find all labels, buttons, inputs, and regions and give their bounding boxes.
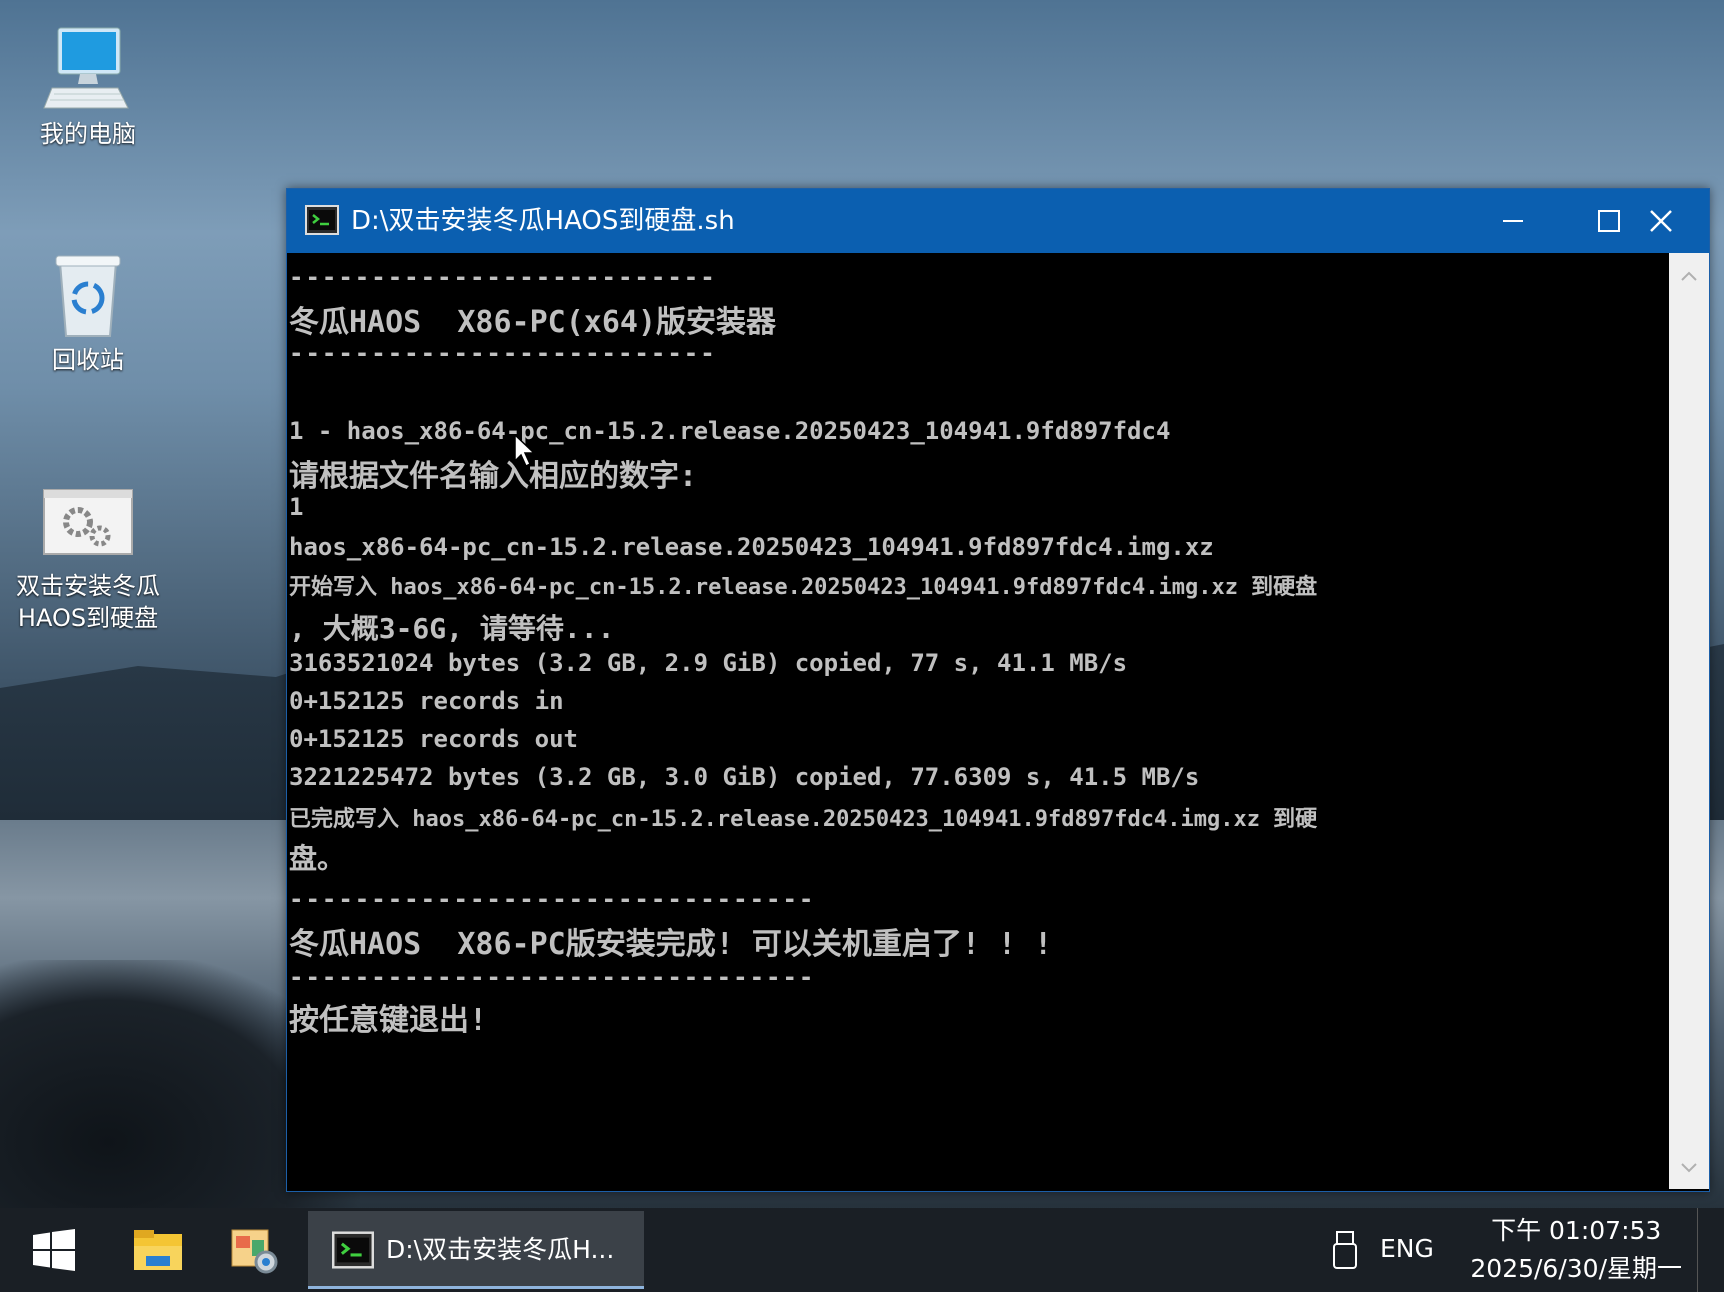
console-line: -------------------------- (289, 263, 717, 291)
window-titlebar[interactable]: D:\双击安装冬瓜HAOS到硬盘.sh (287, 189, 1709, 253)
taskbar-task-label: D:\双击安装冬瓜H... (386, 1235, 615, 1264)
console-line: 请根据文件名输入相应的数字: (289, 459, 698, 494)
desktop-icon-label-line1: 双击安装冬瓜 (16, 572, 160, 600)
terminal-app-icon (332, 1231, 374, 1269)
close-icon (1650, 210, 1672, 232)
desktop-icon-label: 回收站 (52, 346, 124, 374)
terminal-app-icon (305, 205, 339, 235)
console-line: 0+152125 records in (289, 687, 564, 715)
clock-date: 2025/6/30/星期一 (1470, 1254, 1682, 1283)
desktop-icon-recycle-bin[interactable]: 回收站 (8, 248, 168, 376)
control-panel-icon (231, 1229, 278, 1274)
console-line: 开始写入 haos_x86-64-pc_cn-15.2.release.2025… (289, 575, 1318, 600)
language-indicator[interactable]: ENG (1380, 1234, 1434, 1263)
console-line: 1 (289, 493, 304, 521)
start-button[interactable] (14, 1208, 94, 1292)
clock-time: 下午 01:07:53 (1491, 1216, 1662, 1245)
console-line: 已完成写入 haos_x86-64-pc_cn-15.2.release.202… (289, 807, 1318, 832)
console-line: 冬瓜HAOS X86-PC版安装完成! 可以关机重启了! ! ! (289, 927, 1053, 962)
console-line: 1 - haos_x86-64-pc_cn-15.2.release.20250… (289, 417, 1171, 445)
console-line: -------------------------------- (289, 963, 816, 991)
console-output[interactable]: -------------------------- 冬瓜HAOS X86-PC… (287, 253, 1667, 1189)
console-line: 按任意键退出! (289, 1003, 488, 1038)
folder-icon (134, 1230, 182, 1270)
console-line: 冬瓜HAOS X86-PC(x64)版安装器 (289, 305, 777, 340)
vertical-scrollbar[interactable] (1669, 253, 1709, 1189)
console-window: D:\双击安装冬瓜HAOS到硬盘.sh --------------------… (286, 188, 1710, 1192)
recycle-bin-icon (55, 255, 121, 337)
console-line: 3221225472 bytes (3.2 GB, 3.0 GiB) copie… (289, 763, 1200, 791)
desktop-icon-label: 我的电脑 (40, 120, 136, 148)
control-panel-button[interactable] (214, 1208, 294, 1292)
minimize-icon (1503, 220, 1523, 222)
computer-icon (43, 27, 129, 109)
console-line: 盘。 (289, 842, 346, 875)
console-line: -------------------------------- (289, 885, 816, 913)
taskbar: D:\双击安装冬瓜H... ENG 下午 01:07:53 2025/6/30/… (0, 1208, 1724, 1292)
minimize-button[interactable] (1465, 189, 1561, 253)
chevron-down-icon (1681, 1163, 1697, 1173)
close-button[interactable] (1613, 189, 1709, 253)
console-line: 0+152125 records out (289, 725, 578, 753)
console-line: -------------------------- (289, 339, 717, 367)
scroll-up-button[interactable] (1669, 261, 1709, 291)
console-line: 3163521024 bytes (3.2 GB, 2.9 GiB) copie… (289, 649, 1128, 677)
desktop-icon-my-computer[interactable]: 我的电脑 (8, 22, 168, 150)
usb-eject-button[interactable] (1320, 1208, 1370, 1292)
console-line: , 大概3-6G, 请等待... (289, 612, 615, 645)
desktop-icon-label-line2: HAOS到硬盘 (17, 604, 159, 632)
system-clock[interactable]: 下午 01:07:53 2025/6/30/星期一 (1470, 1212, 1682, 1288)
mouse-cursor-icon (514, 434, 536, 468)
script-file-icon (43, 489, 133, 555)
windows-logo-icon (33, 1229, 75, 1271)
desktop-icon-install-script[interactable]: 双击安装冬瓜 HAOS到硬盘 (8, 480, 168, 634)
scroll-down-button[interactable] (1669, 1153, 1709, 1183)
taskbar-task-console[interactable]: D:\双击安装冬瓜H... (308, 1211, 644, 1289)
file-explorer-button[interactable] (118, 1208, 198, 1292)
chevron-up-icon (1681, 271, 1697, 281)
usb-drive-icon (1333, 1231, 1357, 1269)
window-title: D:\双击安装冬瓜HAOS到硬盘.sh (351, 206, 735, 236)
console-line: haos_x86-64-pc_cn-15.2.release.20250423_… (289, 533, 1214, 561)
show-desktop-button[interactable] (1697, 1208, 1724, 1292)
